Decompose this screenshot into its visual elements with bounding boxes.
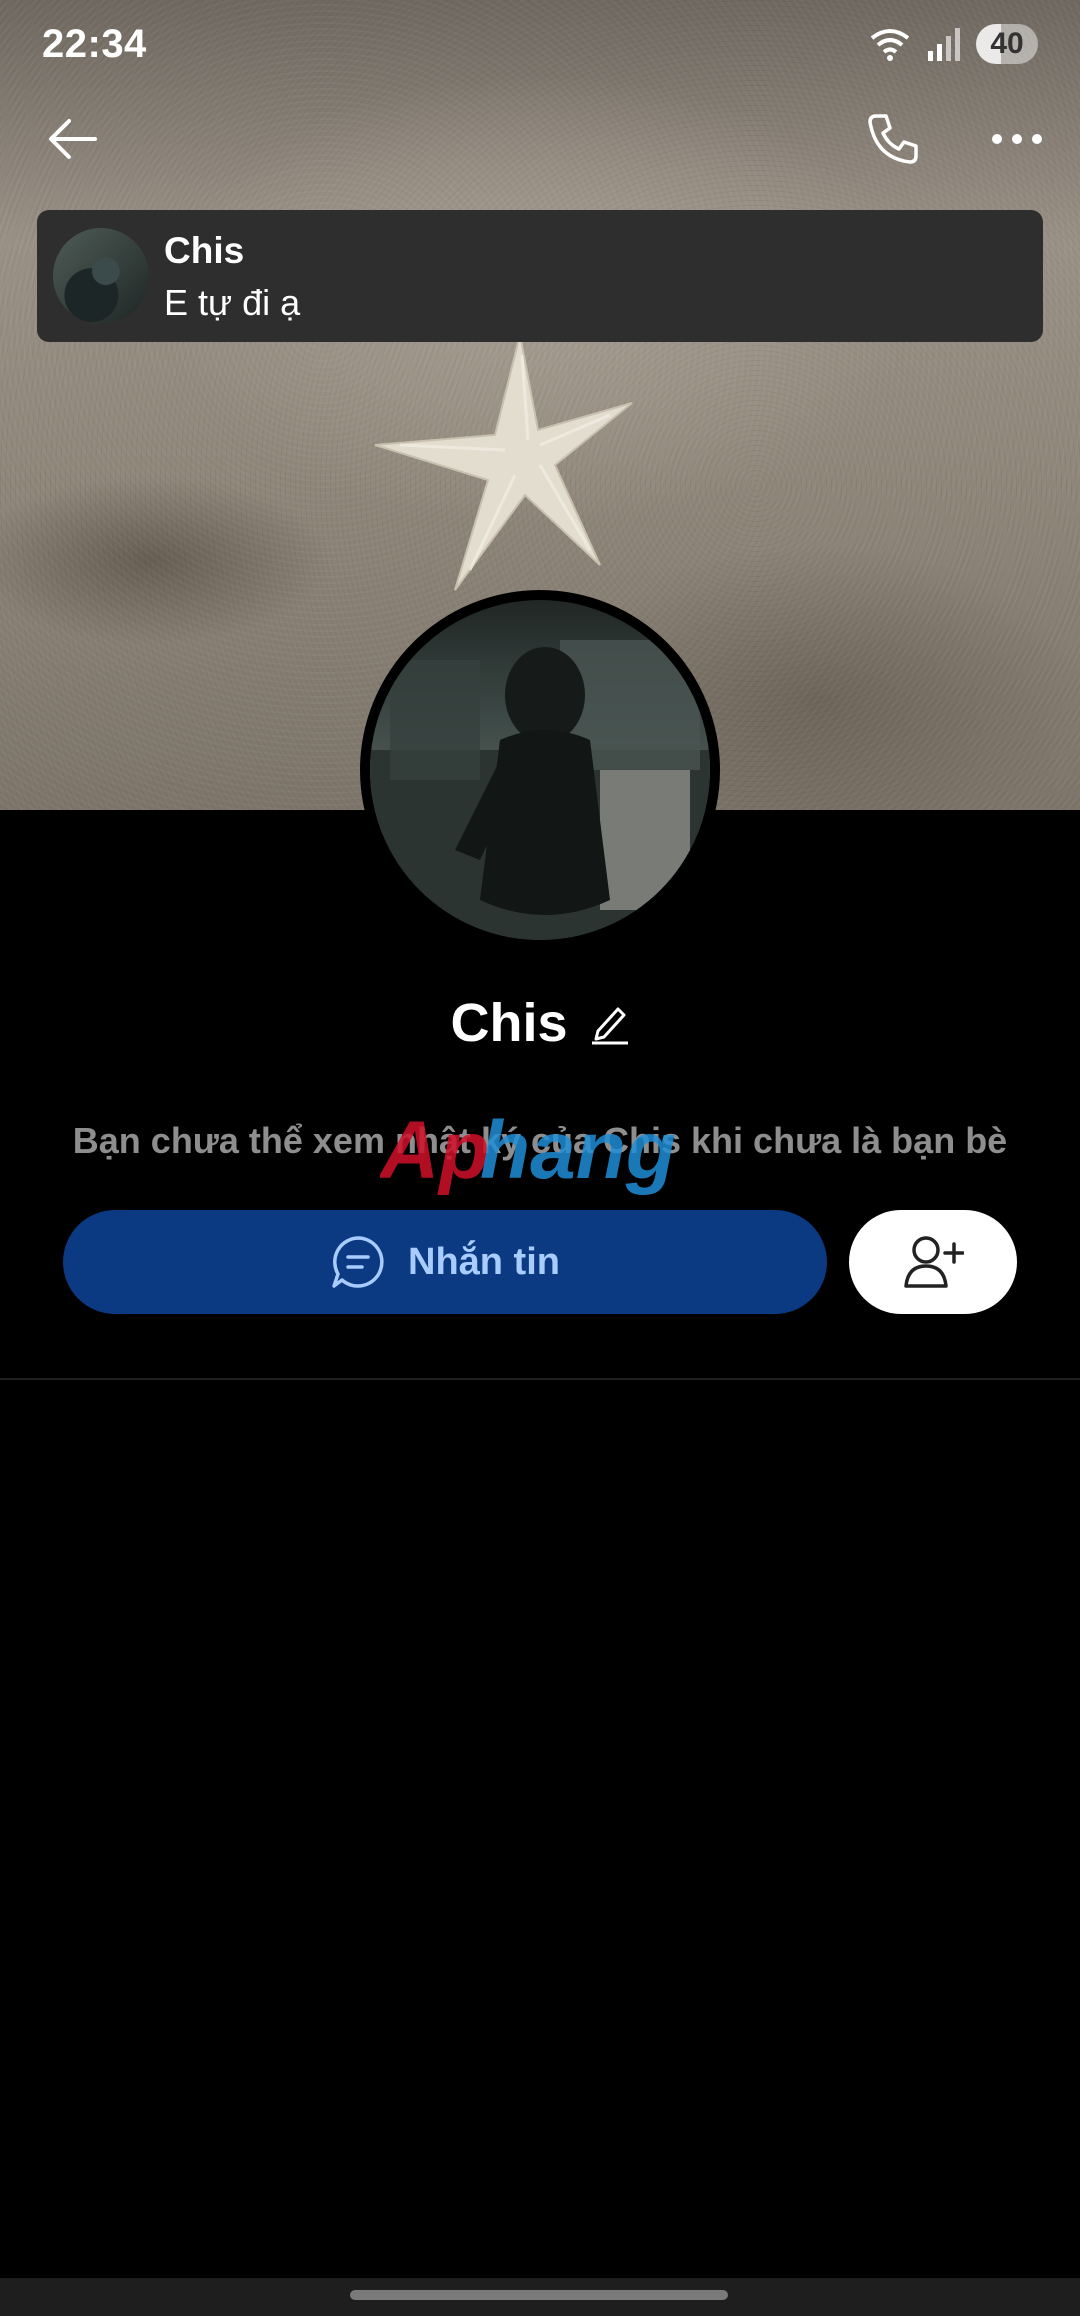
avatar-figure [370,640,710,940]
arrow-left-icon [49,119,97,159]
home-indicator[interactable] [350,2290,728,2300]
battery-icon: 40 [976,24,1038,64]
pinned-avatar [53,228,149,324]
pinned-message-card[interactable]: Chis E tự đi ạ [37,210,1043,342]
profile-avatar[interactable] [360,590,720,950]
pinned-sender-name: Chis [164,230,245,271]
system-nav-bar [0,2278,1080,2316]
chat-bubble-icon [332,1236,384,1288]
watermark-logo: Ap hang [380,1110,676,1195]
svg-text:Ap: Ap [380,1110,489,1195]
status-time: 22:34 [42,22,147,66]
signal-icon [928,28,960,61]
more-button[interactable] [972,94,1062,184]
wifi-icon [870,29,910,61]
add-user-icon [904,1236,964,1288]
message-button-label: Nhắn tin [408,1240,560,1283]
pencil-icon[interactable] [590,1001,630,1045]
message-button[interactable]: Nhắn tin [63,1210,827,1314]
svg-text:hang: hang [480,1110,676,1195]
profile-screen: 22:34 40 Chis E tự đi ạ Chis Bạn chưa th… [0,0,1080,2316]
status-icons: 40 [868,24,1038,64]
phone-icon [868,114,918,164]
starfish-image [374,335,633,591]
more-horizontal-icon [992,134,1042,144]
call-button[interactable] [848,94,938,184]
back-button[interactable] [28,94,118,184]
add-friend-button[interactable] [849,1210,1017,1314]
section-divider [0,1378,1080,1380]
profile-name: Chis [450,993,568,1053]
profile-name-row: Chis [0,988,1080,1058]
status-bar: 22:34 40 [0,0,1080,92]
pinned-message-text: E tự đi ạ [164,282,301,323]
avatar-photo [370,600,710,940]
